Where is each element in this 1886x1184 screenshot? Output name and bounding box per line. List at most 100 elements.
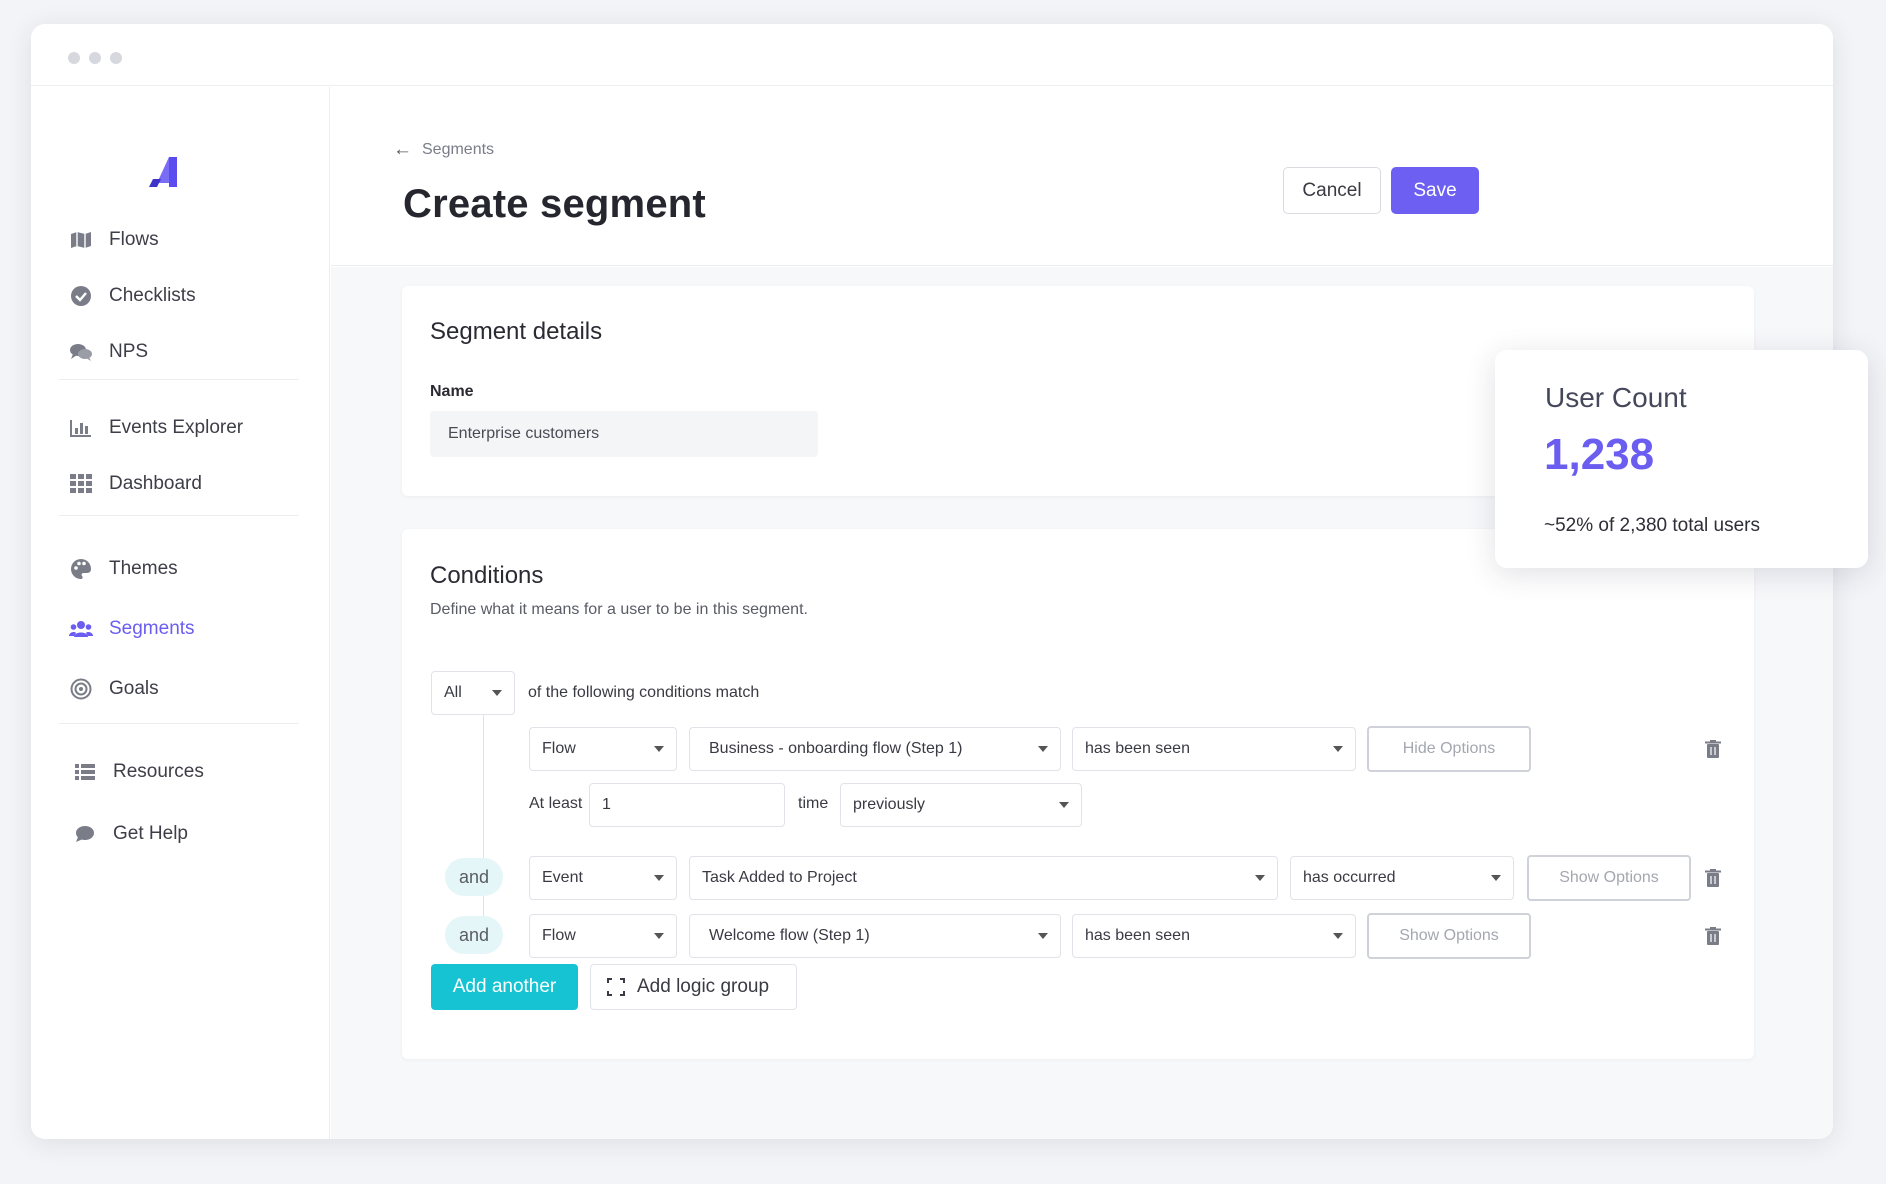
- and-connector-badge[interactable]: and: [445, 858, 503, 896]
- segment-details-title: Segment details: [430, 318, 603, 345]
- chevron-down-icon: [654, 875, 664, 881]
- hide-options-button[interactable]: Hide Options: [1367, 726, 1531, 772]
- sidebar-item-dashboard[interactable]: Dashboard: [69, 464, 202, 504]
- condition-target-select[interactable]: Welcome flow (Step 1): [689, 914, 1061, 958]
- and-connector-badge[interactable]: and: [445, 916, 503, 954]
- sidebar-divider: [59, 379, 299, 380]
- window-dot-icon[interactable]: [68, 52, 80, 64]
- sidebar-item-flows[interactable]: Flows: [69, 220, 159, 260]
- condition-type-value: Event: [542, 869, 583, 886]
- trash-icon[interactable]: [1705, 740, 1721, 758]
- condition-target-value: Welcome flow (Step 1): [709, 927, 870, 944]
- sidebar-divider: [59, 723, 299, 724]
- sidebar-divider: [59, 515, 299, 516]
- show-options-button[interactable]: Show Options: [1527, 855, 1691, 901]
- sidebar-item-themes[interactable]: Themes: [69, 549, 178, 589]
- condition-operator-value: has occurred: [1303, 869, 1396, 886]
- conditions-description: Define what it means for a user to be in…: [430, 601, 808, 618]
- chevron-down-icon: [1491, 875, 1501, 881]
- bar-chart-icon: [69, 416, 93, 440]
- segment-name-input[interactable]: Enterprise customers: [430, 411, 818, 457]
- occurrence-count-input[interactable]: 1: [589, 783, 785, 827]
- sidebar-item-label: Themes: [109, 558, 178, 579]
- user-count-subtitle: ~52% of 2,380 total users: [1544, 515, 1761, 536]
- title-bar: [31, 24, 1833, 86]
- sidebar-item-label: Checklists: [109, 285, 196, 306]
- sidebar-item-goals[interactable]: Goals: [69, 669, 159, 709]
- condition-target-select[interactable]: Business - onboarding flow (Step 1): [689, 727, 1061, 771]
- cancel-button[interactable]: Cancel: [1283, 167, 1381, 214]
- app-window: Flows Checklists NPS Events Explorer Das…: [31, 24, 1833, 1139]
- palette-icon: [69, 557, 93, 581]
- save-button[interactable]: Save: [1391, 167, 1479, 214]
- sidebar-item-nps[interactable]: NPS: [69, 332, 148, 372]
- condition-operator-select[interactable]: has been seen: [1072, 727, 1356, 771]
- chevron-down-icon: [1038, 933, 1048, 939]
- breadcrumb[interactable]: ← Segments: [393, 139, 494, 161]
- sidebar-item-checklists[interactable]: Checklists: [69, 276, 196, 316]
- add-logic-group-label: Add logic group: [637, 976, 770, 997]
- sidebar-item-label: Segments: [109, 618, 195, 639]
- timeframe-value: previously: [853, 796, 926, 813]
- sidebar-item-label: Goals: [109, 678, 159, 699]
- trash-icon[interactable]: [1705, 869, 1721, 887]
- name-label: Name: [430, 383, 474, 400]
- condition-operator-select[interactable]: has occurred: [1290, 856, 1514, 900]
- sidebar-item-label: Dashboard: [109, 473, 202, 494]
- sidebar: Flows Checklists NPS Events Explorer Das…: [31, 87, 330, 1139]
- breadcrumb-label: Segments: [422, 141, 495, 158]
- condition-type-select[interactable]: Event: [529, 856, 677, 900]
- match-mode-select[interactable]: All: [431, 671, 515, 715]
- users-icon: [69, 617, 93, 641]
- condition-operator-value: has been seen: [1085, 740, 1190, 757]
- logic-connector-line: [483, 715, 484, 933]
- brackets-icon: [607, 978, 625, 996]
- add-logic-group-button[interactable]: Add logic group: [590, 964, 797, 1010]
- time-label: time: [798, 795, 829, 812]
- grid-icon: [69, 472, 93, 496]
- map-icon: [69, 228, 93, 252]
- sidebar-item-segments[interactable]: Segments: [69, 609, 195, 649]
- condition-target-value: Task Added to Project: [702, 869, 857, 886]
- chat-icon: [73, 822, 97, 846]
- trash-icon[interactable]: [1705, 927, 1721, 945]
- chat-bubbles-icon: [69, 340, 93, 364]
- condition-operator-select[interactable]: has been seen: [1072, 914, 1356, 958]
- user-count-card: User Count 1,238 ~52% of 2,380 total use…: [1495, 350, 1868, 568]
- sidebar-item-events-explorer[interactable]: Events Explorer: [69, 408, 243, 448]
- chevron-down-icon: [1333, 933, 1343, 939]
- add-another-button[interactable]: Add another: [431, 964, 578, 1010]
- chevron-down-icon: [1333, 746, 1343, 752]
- user-count-title: User Count: [1545, 382, 1687, 413]
- timeframe-select[interactable]: previously: [840, 783, 1082, 827]
- condition-type-select[interactable]: Flow: [529, 914, 677, 958]
- sidebar-item-resources[interactable]: Resources: [73, 752, 204, 792]
- at-least-label: At least: [529, 795, 583, 812]
- chevron-down-icon: [654, 933, 664, 939]
- condition-type-value: Flow: [542, 740, 576, 757]
- check-circle-icon: [69, 284, 93, 308]
- sidebar-item-label: NPS: [109, 341, 149, 362]
- condition-type-value: Flow: [542, 927, 576, 944]
- list-icon: [73, 760, 97, 784]
- condition-type-select[interactable]: Flow: [529, 727, 677, 771]
- sidebar-item-label: Events Explorer: [109, 417, 244, 438]
- page-title: Create segment: [403, 182, 706, 226]
- arrow-left-icon: ←: [393, 139, 412, 160]
- condition-operator-value: has been seen: [1085, 927, 1190, 944]
- chevron-down-icon: [492, 690, 502, 696]
- target-icon: [69, 677, 93, 701]
- window-dot-icon[interactable]: [89, 52, 101, 64]
- condition-target-select[interactable]: Task Added to Project: [689, 856, 1278, 900]
- appcues-logo-icon[interactable]: [149, 155, 181, 191]
- sidebar-item-label: Flows: [109, 229, 159, 250]
- sidebar-item-get-help[interactable]: Get Help: [73, 814, 188, 854]
- show-options-button[interactable]: Show Options: [1367, 913, 1531, 959]
- chevron-down-icon: [654, 746, 664, 752]
- match-text: of the following conditions match: [528, 684, 760, 701]
- sidebar-item-label: Get Help: [113, 823, 188, 844]
- chevron-down-icon: [1255, 875, 1265, 881]
- user-count-value: 1,238: [1544, 430, 1655, 479]
- match-mode-value: All: [444, 684, 462, 701]
- window-dot-icon[interactable]: [110, 52, 122, 64]
